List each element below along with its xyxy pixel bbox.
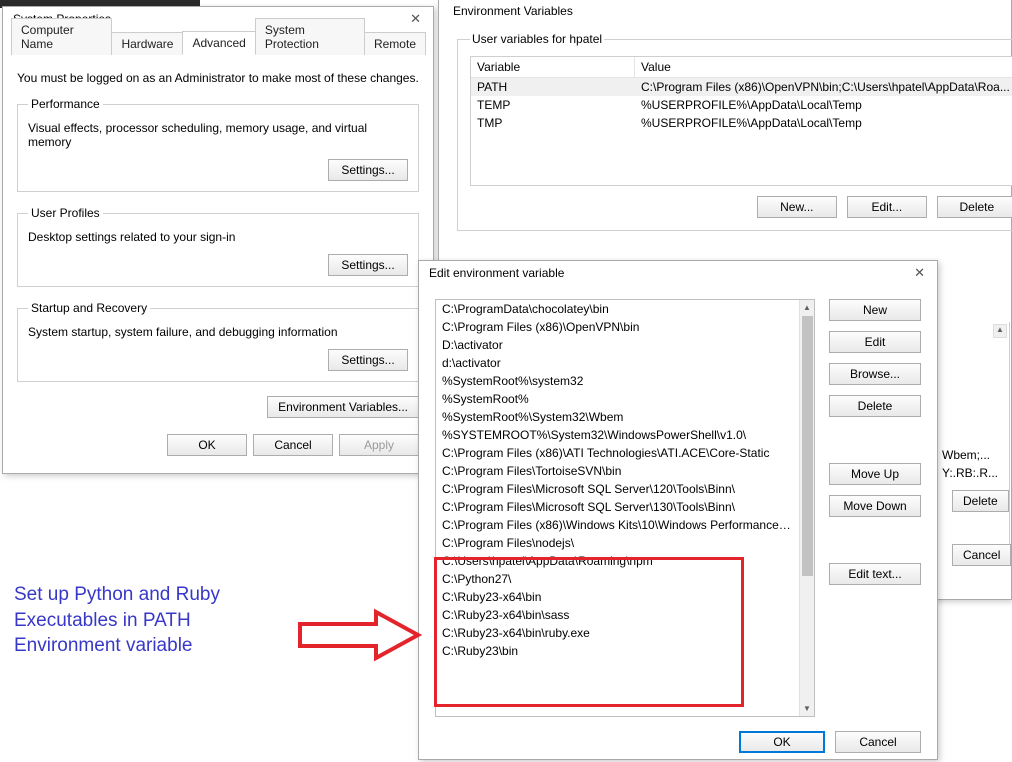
delete-button[interactable]: Delete	[829, 395, 921, 417]
arrow-icon	[298, 608, 422, 662]
startup-recovery-legend: Startup and Recovery	[28, 301, 150, 315]
user-profiles-legend: User Profiles	[28, 206, 103, 220]
list-item[interactable]: C:\Program Files (x86)\ATI Technologies\…	[436, 444, 799, 462]
list-item[interactable]: C:\Program Files\Microsoft SQL Server\13…	[436, 498, 799, 516]
sysprops-body: You must be logged on as an Administrato…	[3, 55, 433, 466]
envvars-cancel-button[interactable]: Cancel	[952, 544, 1011, 566]
table-row[interactable]: PATH C:\Program Files (x86)\OpenVPN\bin;…	[471, 78, 1012, 96]
list-item[interactable]: C:\Program Files\Microsoft SQL Server\12…	[436, 480, 799, 498]
list-item[interactable]: %SYSTEMROOT%\System32\WindowsPowerShell\…	[436, 426, 799, 444]
list-item[interactable]: C:\ProgramData\chocolatey\bin	[436, 300, 799, 318]
list-item[interactable]: C:\Program Files\nodejs\	[436, 534, 799, 552]
edit-env-bottom: OK Cancel	[419, 731, 937, 762]
environment-variables-button[interactable]: Environment Variables...	[267, 396, 419, 418]
edit-text-button[interactable]: Edit text...	[829, 563, 921, 585]
close-icon[interactable]: ✕	[404, 11, 427, 27]
table-row[interactable]: TEMP %USERPROFILE%\AppData\Local\Temp	[471, 96, 1012, 114]
user-profiles-settings-button[interactable]: Settings...	[328, 254, 408, 276]
list-item[interactable]: %SystemRoot%	[436, 390, 799, 408]
col-value[interactable]: Value	[635, 57, 1012, 77]
performance-legend: Performance	[28, 97, 103, 111]
sysprops-apply-button: Apply	[339, 434, 419, 456]
startup-recovery-desc: System startup, system failure, and debu…	[28, 325, 408, 339]
performance-desc: Visual effects, processor scheduling, me…	[28, 121, 408, 149]
system-vars-partial: ▲ Wbem;... Y:.RB:.R...	[938, 322, 1010, 560]
user-edit-button[interactable]: Edit...	[847, 196, 927, 218]
table-header: Variable Value	[471, 57, 1012, 78]
list-item[interactable]: %SystemRoot%\system32	[436, 372, 799, 390]
close-icon[interactable]: ✕	[908, 265, 931, 281]
scroll-up-icon[interactable]: ▲	[800, 300, 814, 315]
cell-val: %USERPROFILE%\AppData\Local\Temp	[635, 96, 1012, 114]
list-item[interactable]: C:\Program Files\TortoiseSVN\bin	[436, 462, 799, 480]
performance-group: Performance Visual effects, processor sc…	[17, 97, 419, 192]
startup-recovery-group: Startup and Recovery System startup, sys…	[17, 301, 419, 382]
edit-env-body: C:\ProgramData\chocolatey\binC:\Program …	[419, 285, 937, 731]
user-variables-legend: User variables for hpatel	[470, 32, 604, 46]
col-variable[interactable]: Variable	[471, 57, 635, 77]
user-delete-button[interactable]: Delete	[937, 196, 1012, 218]
edit-env-cancel-button[interactable]: Cancel	[835, 731, 921, 753]
edit-env-titlebar: Edit environment variable ✕	[419, 261, 937, 285]
sys-value-stub: Y:.RB:.R...	[942, 466, 1004, 480]
system-properties-window: System Properties ✕ Computer Name Hardwa…	[2, 6, 434, 474]
tab-advanced[interactable]: Advanced	[182, 31, 255, 55]
move-up-button[interactable]: Move Up	[829, 463, 921, 485]
list-item[interactable]: C:\Program Files (x86)\Windows Kits\10\W…	[436, 516, 799, 534]
envvars-title: Environment Variables	[453, 4, 573, 18]
scroll-up-icon[interactable]: ▲	[993, 324, 1007, 338]
list-item[interactable]: C:\Ruby23-x64\bin\sass	[436, 606, 799, 624]
edit-env-var-dialog: Edit environment variable ✕ C:\ProgramDa…	[418, 260, 938, 760]
list-item[interactable]: %SystemRoot%\System32\Wbem	[436, 408, 799, 426]
list-item[interactable]: C:\Program Files (x86)\OpenVPN\bin	[436, 318, 799, 336]
sysprops-ok-button[interactable]: OK	[167, 434, 247, 456]
list-item[interactable]: C:\Ruby23-x64\bin	[436, 588, 799, 606]
annotation-text: Set up Python and Ruby Executables in PA…	[14, 582, 294, 659]
admin-msg: You must be logged on as an Administrato…	[17, 71, 419, 85]
sysprops-cancel-button[interactable]: Cancel	[253, 434, 333, 456]
path-listbox[interactable]: C:\ProgramData\chocolatey\binC:\Program …	[435, 299, 815, 717]
system-delete-button[interactable]: Delete	[952, 490, 1009, 512]
list-item[interactable]: C:\Python27\	[436, 570, 799, 588]
tab-system-protection[interactable]: System Protection	[255, 18, 365, 55]
table-row[interactable]: TMP %USERPROFILE%\AppData\Local\Temp	[471, 114, 1012, 132]
cell-val: %USERPROFILE%\AppData\Local\Temp	[635, 114, 1012, 132]
scroll-thumb[interactable]	[802, 316, 813, 576]
user-profiles-group: User Profiles Desktop settings related t…	[17, 206, 419, 287]
edit-env-ok-button[interactable]: OK	[739, 731, 825, 753]
sys-value-stub: Wbem;...	[942, 448, 1004, 462]
user-profiles-desc: Desktop settings related to your sign-in	[28, 230, 408, 244]
list-item[interactable]: C:\Ruby23\bin	[436, 642, 799, 660]
edit-env-side-buttons: New Edit Browse... Delete Move Up Move D…	[829, 299, 921, 717]
edit-env-title: Edit environment variable	[429, 266, 564, 280]
user-new-button[interactable]: New...	[757, 196, 837, 218]
cell-val: C:\Program Files (x86)\OpenVPN\bin;C:\Us…	[635, 78, 1012, 96]
scroll-down-icon[interactable]: ▼	[800, 701, 814, 716]
list-item[interactable]: C:\Users\hpatel\AppData\Roaming\npm	[436, 552, 799, 570]
user-variables-group: User variables for hpatel Variable Value…	[457, 32, 1012, 231]
tab-remote[interactable]: Remote	[364, 32, 426, 55]
startup-recovery-settings-button[interactable]: Settings...	[328, 349, 408, 371]
performance-settings-button[interactable]: Settings...	[328, 159, 408, 181]
cell-var: TEMP	[471, 96, 635, 114]
tab-hardware[interactable]: Hardware	[111, 32, 183, 55]
browse-button[interactable]: Browse...	[829, 363, 921, 385]
cell-var: TMP	[471, 114, 635, 132]
envvars-body: User variables for hpatel Variable Value…	[439, 22, 1011, 261]
envvars-titlebar: Environment Variables	[439, 0, 1011, 22]
edit-button[interactable]: Edit	[829, 331, 921, 353]
listbox-scrollbar[interactable]: ▲ ▼	[799, 300, 814, 716]
move-down-button[interactable]: Move Down	[829, 495, 921, 517]
new-button[interactable]: New	[829, 299, 921, 321]
cell-var: PATH	[471, 78, 635, 96]
user-variables-table[interactable]: Variable Value PATH C:\Program Files (x8…	[470, 56, 1012, 186]
sysprops-tabs: Computer Name Hardware Advanced System P…	[11, 31, 425, 55]
list-item[interactable]: d:\activator	[436, 354, 799, 372]
tab-computer-name[interactable]: Computer Name	[11, 18, 112, 55]
list-item[interactable]: C:\Ruby23-x64\bin\ruby.exe	[436, 624, 799, 642]
list-item[interactable]: D:\activator	[436, 336, 799, 354]
